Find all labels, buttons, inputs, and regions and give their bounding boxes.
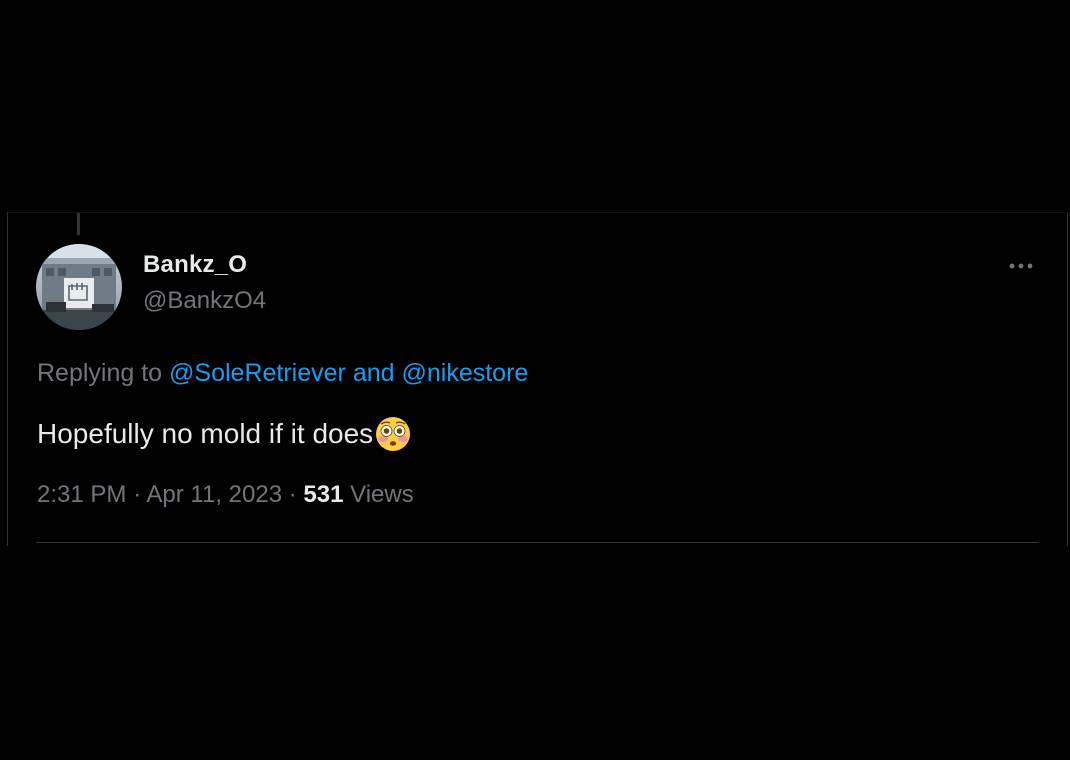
avatar-image xyxy=(36,244,122,330)
author-handle[interactable]: @BankzO4 xyxy=(143,287,266,315)
meta-separator: · xyxy=(288,481,297,508)
tweet-date[interactable]: Apr 11, 2023 xyxy=(146,481,282,508)
mention-link[interactable]: @SoleRetriever xyxy=(169,359,346,387)
author-display-name[interactable]: Bankz_O xyxy=(143,251,247,279)
replying-prefix: Replying to xyxy=(37,359,163,387)
tweet-text-content: Hopefully no mold if it does xyxy=(37,418,374,449)
meta-separator: · xyxy=(133,481,142,508)
thread-connector-line xyxy=(77,213,80,235)
tweet-text: Hopefully no mold if it does xyxy=(37,415,412,453)
tweet-metadata: 2:31 PM · Apr 11, 2023 · 531 Views xyxy=(37,481,414,509)
tweet-card[interactable]: Bankz_O @BankzO4 Replying to @SoleRetrie… xyxy=(7,212,1068,546)
views-label[interactable]: Views xyxy=(350,481,414,508)
more-dots-icon xyxy=(1009,263,1033,269)
more-options-button[interactable] xyxy=(1006,253,1036,277)
screenshot-stage: Bankz_O @BankzO4 Replying to @SoleRetrie… xyxy=(0,0,1070,760)
avatar[interactable] xyxy=(36,244,122,330)
divider xyxy=(36,542,1039,543)
views-count[interactable]: 531 xyxy=(303,481,343,508)
flushed-face-icon xyxy=(374,415,412,453)
mention-link[interactable]: @nikestore xyxy=(402,359,529,387)
replying-to-line: Replying to @SoleRetriever and @nikestor… xyxy=(37,359,528,388)
tweet-time[interactable]: 2:31 PM xyxy=(37,481,126,508)
mention-joiner: and xyxy=(352,359,395,387)
